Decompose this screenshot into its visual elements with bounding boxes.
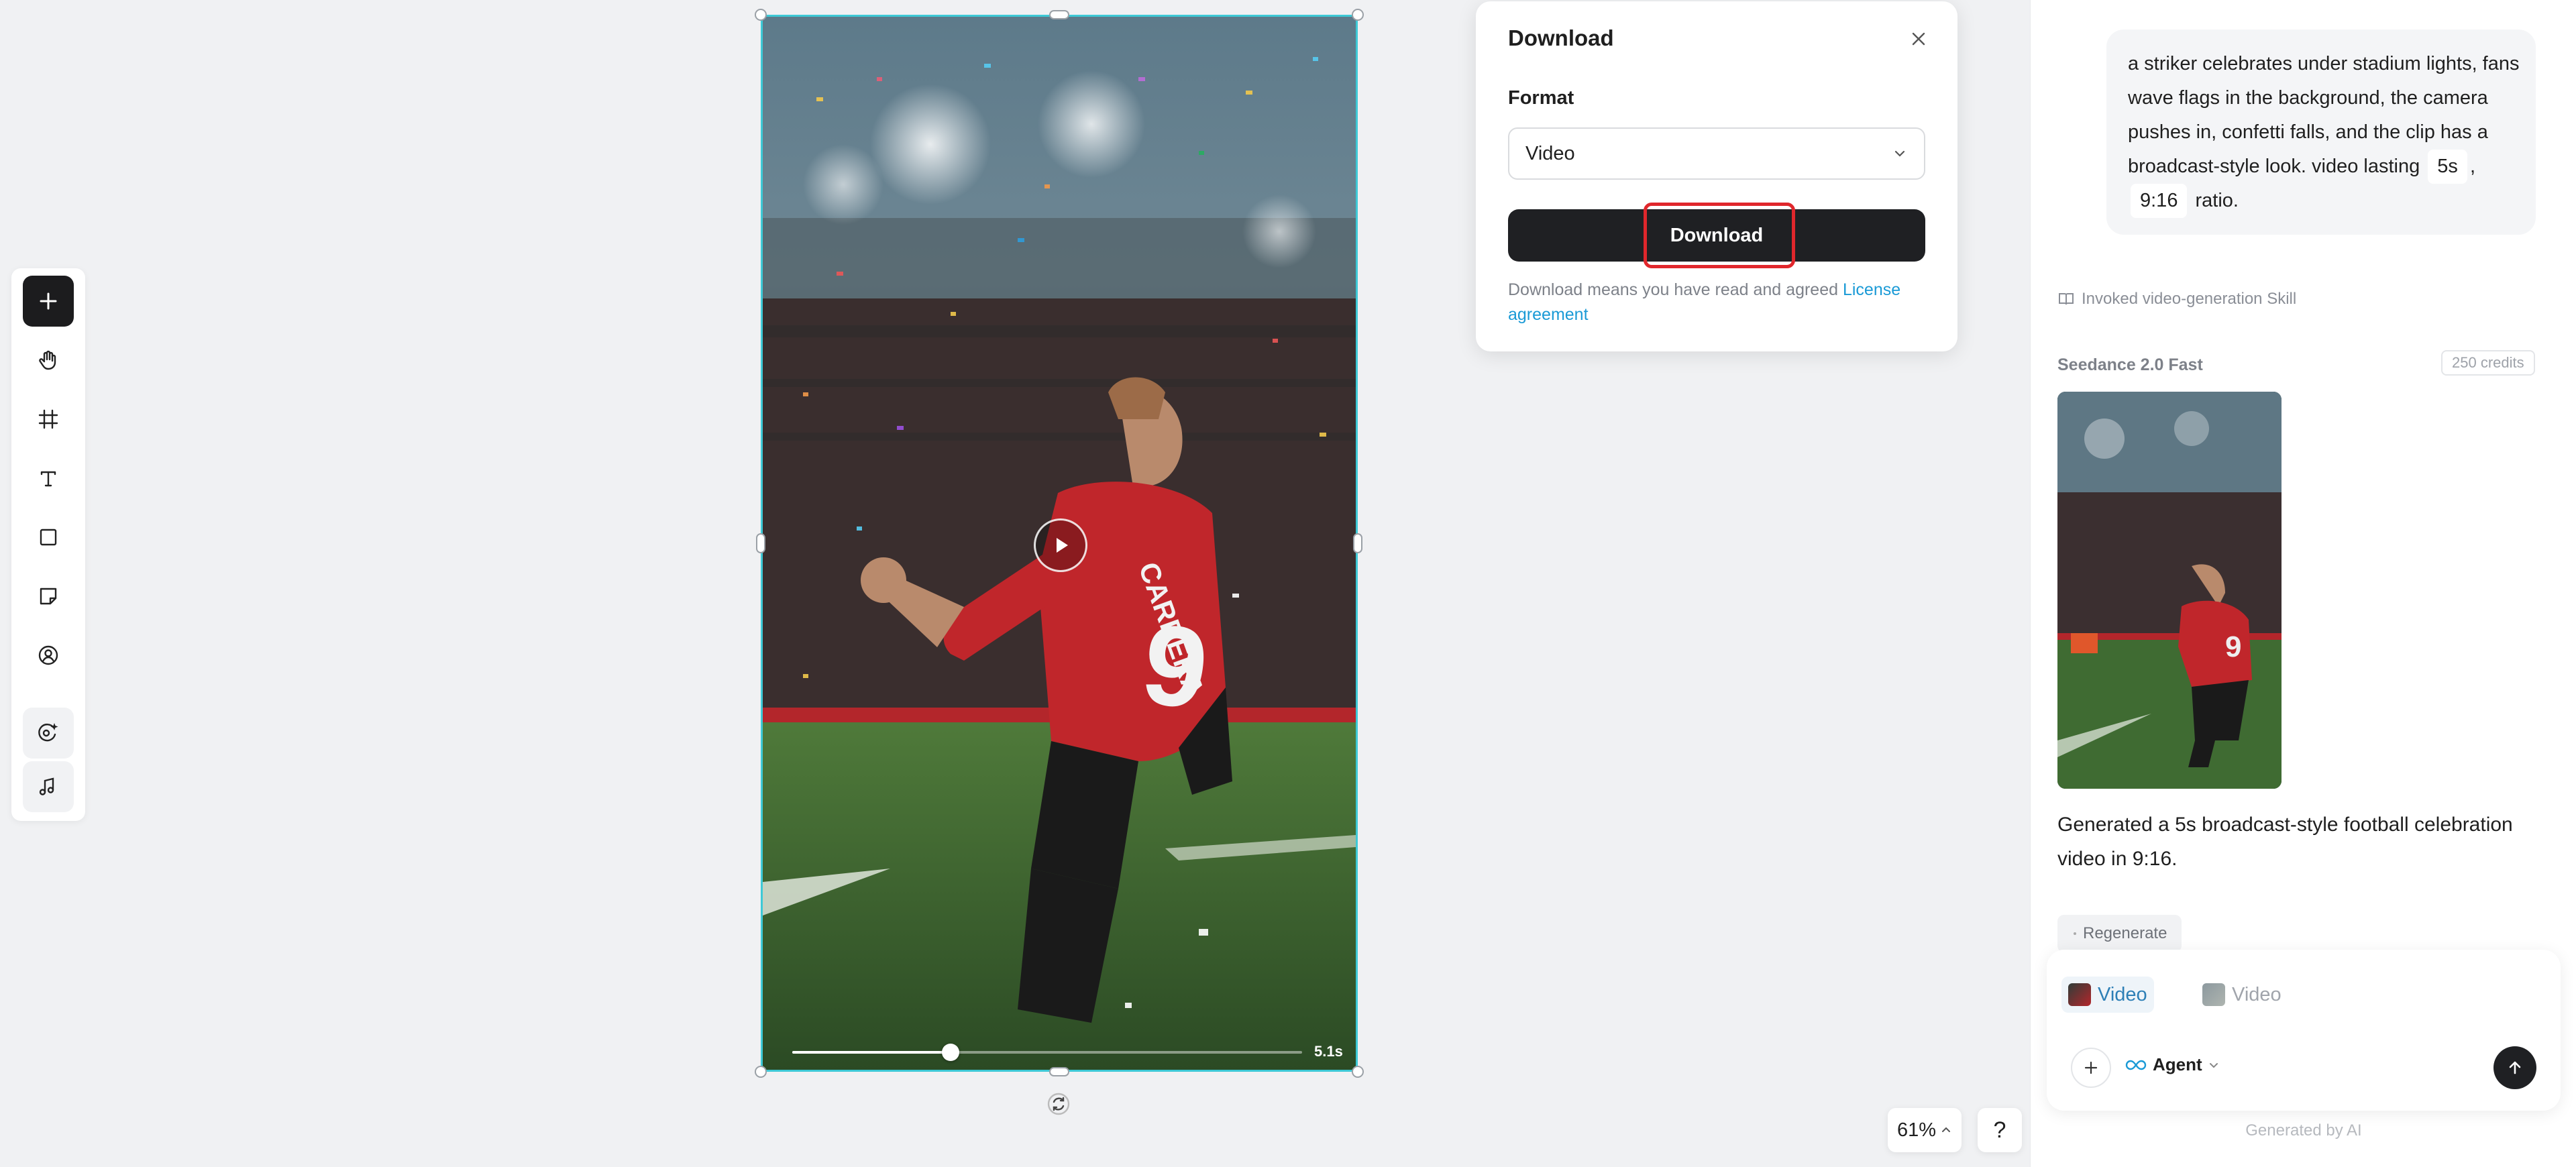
person-circle-icon <box>37 644 60 667</box>
resize-handle-top-right[interactable] <box>1352 9 1364 21</box>
reference-video-chip[interactable]: Video <box>2196 977 2288 1013</box>
result-caption: Generated a 5s broadcast-style football … <box>2057 814 2513 870</box>
refresh-icon <box>2072 931 2078 936</box>
help-button[interactable]: ? <box>1978 1108 2022 1152</box>
close-button[interactable] <box>1908 28 1929 50</box>
frame-icon <box>38 408 59 430</box>
rotate-handle[interactable] <box>1046 1092 1071 1116</box>
reference-chip-label: Video <box>2232 983 2282 1005</box>
text-tool-button[interactable] <box>23 453 74 504</box>
square-icon <box>38 527 58 547</box>
prompt-separator: , <box>2469 156 2475 177</box>
add-tool-button[interactable] <box>23 276 74 327</box>
popover-title: Download <box>1508 25 1614 50</box>
prompt-suffix: ratio. <box>2195 190 2239 211</box>
hand-icon <box>37 349 60 372</box>
ai-generate-tool-button[interactable] <box>23 708 74 759</box>
add-attachment-button[interactable] <box>2071 1048 2111 1088</box>
audio-tool-button[interactable] <box>23 761 74 812</box>
video-progress-knob[interactable] <box>941 1044 959 1061</box>
disclaimer-text: Download means you have read and agreed <box>1508 280 1843 299</box>
chevron-down-icon <box>1892 146 1908 162</box>
download-button-label: Download <box>1670 224 1764 246</box>
download-popover: Download Format Video Download Download … <box>1476 1 1957 351</box>
download-disclaimer: Download means you have read and agreed … <box>1508 278 1931 327</box>
thumbnail-image: 9 <box>2057 392 2282 789</box>
plus-icon <box>38 291 58 311</box>
composer[interactable]: Video Video Agent <box>2047 950 2561 1111</box>
prompt-bubble: a striker celebrates under stadium light… <box>2106 30 2536 235</box>
ratio-chip[interactable]: 9:16 <box>2131 184 2188 218</box>
resize-handle-bottom[interactable] <box>1049 1067 1069 1076</box>
prompt-text: a striker celebrates under stadium light… <box>2128 47 2524 218</box>
model-name: Seedance 2.0 Fast <box>2057 355 2203 374</box>
avatar-tool-button[interactable] <box>23 630 74 681</box>
text-icon <box>38 467 59 489</box>
rectangle-tool-button[interactable] <box>23 512 74 563</box>
chevron-down-icon <box>2208 1059 2220 1071</box>
send-button[interactable] <box>2493 1046 2536 1089</box>
book-icon <box>2057 290 2075 308</box>
duration-chip[interactable]: 5s <box>2428 150 2467 184</box>
resize-handle-bottom-left[interactable] <box>755 1066 767 1078</box>
rotate-icon <box>1046 1092 1071 1116</box>
video-progress-bar[interactable] <box>792 1044 1302 1061</box>
reference-video-chip-active[interactable]: Video <box>2061 977 2154 1013</box>
resize-handle-top-left[interactable] <box>755 9 767 21</box>
agent-mode-selector[interactable]: Agent <box>2125 1054 2220 1075</box>
plus-icon <box>2083 1060 2099 1076</box>
music-note-icon <box>37 775 60 798</box>
chat-panel: a striker celebrates under stadium light… <box>2030 0 2576 1167</box>
zoom-control[interactable]: 61% <box>1888 1108 1962 1152</box>
help-icon: ? <box>1993 1117 2006 1143</box>
video-progress-fill <box>792 1051 951 1054</box>
resize-handle-bottom-right[interactable] <box>1352 1066 1364 1078</box>
reference-chip-label: Video <box>2098 983 2147 1005</box>
arrow-up-icon <box>2506 1058 2524 1077</box>
ai-generated-footer: Generated by AI <box>2245 1121 2362 1140</box>
agent-label: Agent <box>2153 1054 2202 1074</box>
generated-video-thumbnail[interactable]: 9 <box>2057 392 2282 789</box>
video-canvas-frame[interactable]: 9 CARRERA 5.1s <box>761 15 1358 1072</box>
format-select[interactable]: Video <box>1508 127 1925 180</box>
zoom-level: 61% <box>1896 1119 1937 1141</box>
format-select-value: Video <box>1525 142 1575 164</box>
resize-handle-top[interactable] <box>1049 10 1069 19</box>
download-button[interactable]: Download <box>1508 209 1925 262</box>
play-icon <box>1050 535 1071 556</box>
chevron-up-icon <box>1940 1124 1952 1136</box>
format-label: Format <box>1508 87 1574 109</box>
sticky-note-tool-button[interactable] <box>23 571 74 622</box>
credits-badge: 250 credits <box>2441 350 2535 376</box>
svg-text:9: 9 <box>2225 630 2241 663</box>
pan-tool-button[interactable] <box>23 335 74 386</box>
skill-invocation-line[interactable]: Invoked video-generation Skill <box>2057 290 2296 309</box>
regenerate-label: Regenerate <box>2083 924 2167 942</box>
reference-thumbnail <box>2202 983 2225 1006</box>
left-toolbar <box>11 268 85 821</box>
video-duration-label: 5.1s <box>1314 1043 1343 1060</box>
resize-handle-left[interactable] <box>756 533 765 553</box>
reference-thumbnail <box>2068 983 2091 1006</box>
play-button[interactable] <box>1034 518 1087 572</box>
regenerate-button[interactable]: Regenerate <box>2057 915 2182 952</box>
infinity-icon <box>2125 1058 2147 1072</box>
sparkle-palette-icon <box>36 721 60 745</box>
skill-line-label: Invoked video-generation Skill <box>2082 290 2297 308</box>
frame-tool-button[interactable] <box>23 394 74 445</box>
resize-handle-right[interactable] <box>1353 533 1362 553</box>
close-icon <box>1908 28 1929 50</box>
sticky-note-icon <box>38 586 59 607</box>
